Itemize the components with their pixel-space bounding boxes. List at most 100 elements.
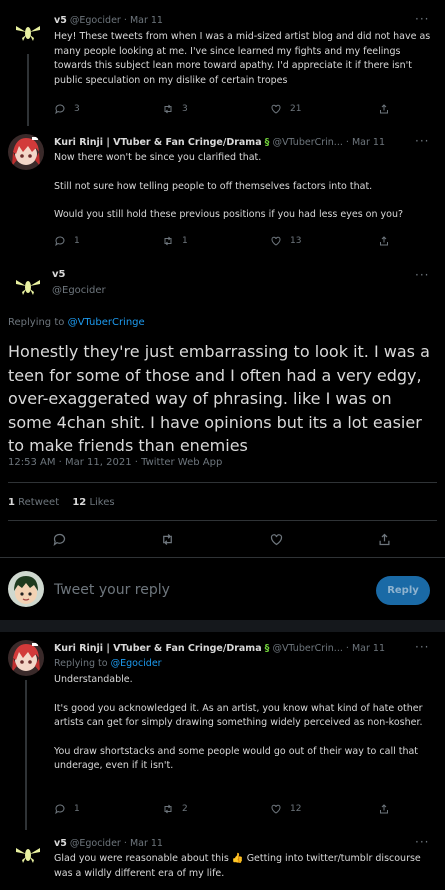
like-count: 12 xyxy=(290,804,302,814)
thumbs-up-icon: 👍 xyxy=(231,853,244,864)
tweet2-para1: Now there won't be since you clarified t… xyxy=(54,152,262,163)
share-button[interactable] xyxy=(378,235,390,247)
likes-stat[interactable]: 12 Likes xyxy=(72,497,114,508)
avatar-v5[interactable] xyxy=(10,14,46,50)
like-label: Likes xyxy=(89,497,115,508)
more-icon[interactable]: ··· xyxy=(415,12,429,26)
replying-prefix: Replying to xyxy=(54,658,108,669)
retweet-icon xyxy=(164,104,172,114)
snake-emoji-icon: § xyxy=(264,643,270,654)
anime-avatar-icon xyxy=(8,134,44,170)
main-tweet-text: Honestly they're just embarrassing to lo… xyxy=(8,342,430,455)
share-button[interactable] xyxy=(377,532,392,547)
avatar-v5[interactable] xyxy=(10,836,46,872)
retweet-icon xyxy=(164,236,172,246)
separator: · xyxy=(345,643,349,654)
avatar-v5[interactable] xyxy=(10,268,46,304)
like-button[interactable] xyxy=(269,532,284,547)
reply-submit-button[interactable]: Reply xyxy=(376,576,430,605)
reply-button[interactable]: 3 xyxy=(54,103,162,115)
divider xyxy=(8,482,437,483)
engagement-stats: 1 Retweet 12 Likes xyxy=(8,497,115,508)
retweets-stat[interactable]: 1 Retweet xyxy=(8,497,62,508)
display-name[interactable]: Kuri Rinji | VTuber & Fan Cringe/Drama xyxy=(54,137,262,148)
date[interactable]: Mar 11 xyxy=(130,15,163,26)
retweet-count: 3 xyxy=(182,104,188,114)
reply-input[interactable]: Tweet your reply xyxy=(54,582,170,598)
wasp-logo-icon xyxy=(10,268,46,304)
date[interactable]: Mar 11 xyxy=(130,838,163,849)
tweet4-header: v5 @Egocider · Mar 11 xyxy=(54,837,163,850)
handle[interactable]: @VTuberCrin... xyxy=(272,137,342,148)
main-display-name[interactable]: v5 xyxy=(52,269,65,280)
tweet3-para3: You draw shortstacks and some people wou… xyxy=(54,745,419,772)
reply-button[interactable]: 1 xyxy=(54,803,162,815)
user-avatar-icon xyxy=(8,571,44,607)
section-gap xyxy=(0,620,445,632)
share-icon xyxy=(380,104,388,114)
more-icon[interactable]: ··· xyxy=(415,134,429,148)
retweet-count: 1 xyxy=(8,497,15,508)
handle[interactable]: @Egocider xyxy=(70,15,121,26)
heart-icon xyxy=(271,236,281,246)
avatar-kuri-rinji[interactable] xyxy=(8,640,44,676)
handle[interactable]: @Egocider xyxy=(70,838,121,849)
separator: · xyxy=(123,838,127,849)
reply-icon xyxy=(55,236,65,247)
like-button[interactable]: 13 xyxy=(270,235,378,247)
separator: · xyxy=(345,137,349,148)
divider xyxy=(0,557,445,558)
heart-icon xyxy=(271,104,281,114)
like-count: 21 xyxy=(290,104,302,114)
retweet-button[interactable]: 1 xyxy=(162,235,270,247)
avatar-kuri-rinji[interactable] xyxy=(8,134,44,170)
tweet3-para2: It's good you acknowledged it. As an art… xyxy=(54,702,423,729)
tweet4-text: Glad you were reasonable about this 👍 Ge… xyxy=(54,852,434,881)
replying-to-link[interactable]: @VTuberCringe xyxy=(68,317,145,328)
retweet-label: Retweet xyxy=(18,497,60,508)
replying-to-link[interactable]: @Egocider xyxy=(111,658,162,669)
tweet3-header: Kuri Rinji | VTuber & Fan Cringe/Drama §… xyxy=(54,642,385,655)
retweet-button[interactable]: 2 xyxy=(162,803,270,815)
reply-button[interactable] xyxy=(52,532,67,547)
more-icon[interactable]: ··· xyxy=(415,268,429,282)
tweet2-actions: 1 1 13 xyxy=(54,235,394,247)
tweet4-text-a: Glad you were reasonable about this xyxy=(54,853,229,864)
tweet1-actions: 3 3 21 xyxy=(54,103,394,115)
divider xyxy=(8,520,437,521)
replying-prefix: Replying to xyxy=(8,317,65,328)
tweet2-para2: Still not sure how telling people to off… xyxy=(54,180,373,192)
wasp-logo-icon xyxy=(10,14,46,50)
more-icon[interactable]: ··· xyxy=(415,640,429,654)
like-button[interactable]: 21 xyxy=(270,103,378,115)
replying-to: Replying to @VTuberCringe xyxy=(8,317,145,328)
main-timestamp[interactable]: 12:53 AM · Mar 11, 2021 · Twitter Web Ap… xyxy=(8,457,222,468)
date[interactable]: Mar 11 xyxy=(352,643,385,654)
display-name[interactable]: Kuri Rinji | VTuber & Fan Cringe/Drama xyxy=(54,643,262,654)
tweet1-header: v5 @Egocider · Mar 11 xyxy=(54,14,163,27)
reply-count: 3 xyxy=(74,104,80,114)
retweet-button[interactable]: 3 xyxy=(162,103,270,115)
display-name[interactable]: v5 xyxy=(54,15,67,26)
share-icon xyxy=(380,804,388,814)
retweet-button[interactable] xyxy=(160,532,175,547)
tweet2-text: Now there won't be since you clarified t… xyxy=(54,151,434,223)
share-icon xyxy=(379,533,390,546)
heart-icon xyxy=(270,534,282,546)
date[interactable]: Mar 11 xyxy=(352,137,385,148)
reply-icon xyxy=(55,804,65,815)
heart-icon xyxy=(271,804,281,814)
thread-line xyxy=(27,54,29,126)
main-handle[interactable]: @Egocider xyxy=(52,285,106,296)
tweet1-text: Hey! These tweets from when I was a mid-… xyxy=(54,31,431,86)
handle[interactable]: @VTuberCrin... xyxy=(272,643,342,654)
like-button[interactable]: 12 xyxy=(270,803,378,815)
anime-avatar-icon xyxy=(8,640,44,676)
more-icon[interactable]: ··· xyxy=(415,835,429,849)
display-name[interactable]: v5 xyxy=(54,838,67,849)
share-button[interactable] xyxy=(378,803,390,815)
share-button[interactable] xyxy=(378,103,390,115)
retweet-icon xyxy=(164,804,172,814)
reply-button[interactable]: 1 xyxy=(54,235,162,247)
wasp-logo-icon xyxy=(10,836,46,872)
